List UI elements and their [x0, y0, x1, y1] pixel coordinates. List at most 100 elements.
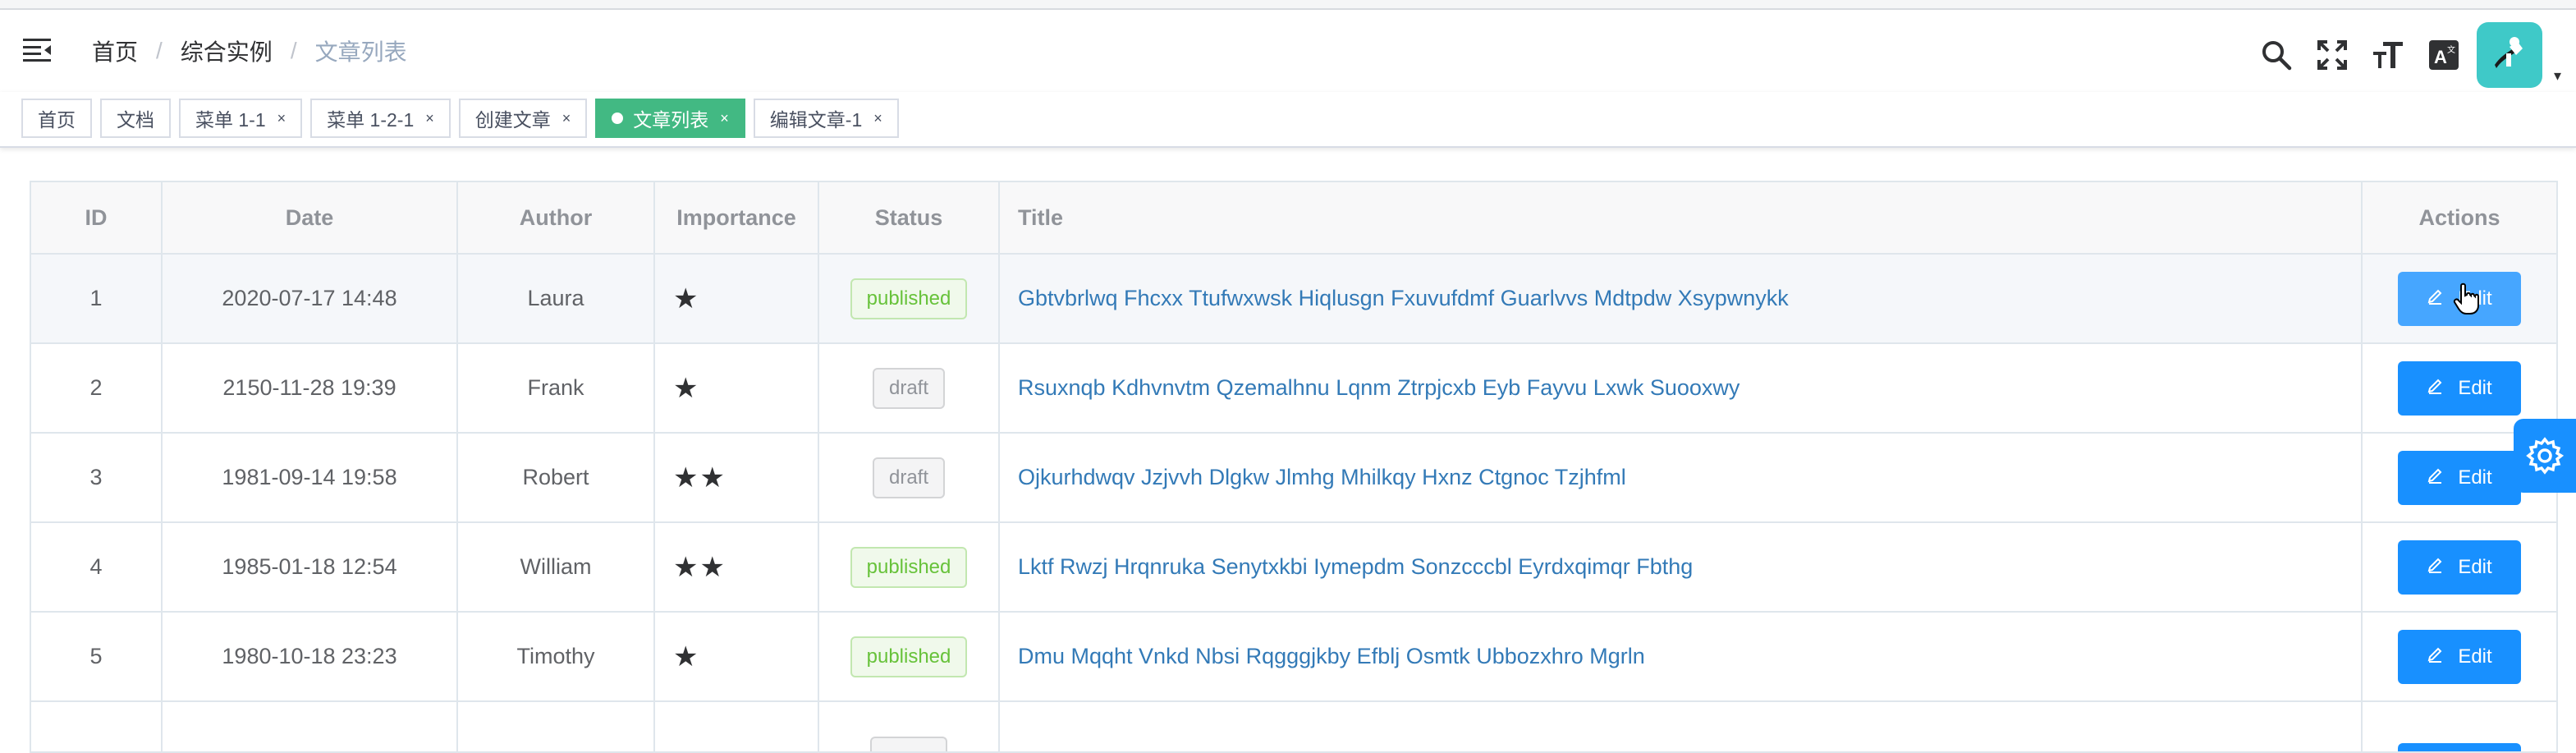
close-icon[interactable]: × [425, 110, 434, 127]
close-icon[interactable]: × [720, 110, 729, 127]
tag-create-article[interactable]: 创建文章 × [458, 99, 588, 138]
pencil-icon [2427, 645, 2443, 668]
tag-label: 创建文章 [474, 109, 551, 131]
tag-edit-article[interactable]: 编辑文章-1 × [753, 99, 899, 138]
table-row[interactable]: 2 2150-11-28 19:39 Frank ★ draft Rsuxnqb… [31, 344, 2556, 434]
status-badge: published [850, 546, 968, 588]
star-icon: ★ [673, 282, 699, 315]
cell-title: Lktf Rwzj Hrqnruka Senytxkbi Iymepdm Son… [1000, 523, 2363, 611]
table-header: ID Date Author Importance Status Title A… [31, 182, 2556, 255]
header-actions: Actions [2418, 204, 2500, 230]
edit-label: Edit [2458, 555, 2492, 578]
tag-label: 文档 [117, 109, 154, 131]
header-importance[interactable]: Importance [655, 182, 819, 253]
avatar[interactable] [2476, 22, 2542, 88]
star-icon: ★ [673, 551, 699, 583]
cell-title [1000, 702, 2363, 751]
edit-label: Edit [2458, 466, 2492, 489]
svg-text:文: 文 [2447, 44, 2455, 55]
header-date[interactable]: Date [163, 182, 458, 253]
title-link[interactable]: Lktf Rwzj Hrqnruka Senytxkbi Iymepdm Son… [1018, 554, 1693, 580]
edit-button[interactable]: Edit [2398, 539, 2521, 595]
cell-importance: ★ ★ [655, 434, 819, 521]
title-link[interactable]: Dmu Mqqht Vnkd Nbsi Rqgggjkby Efblj Osmt… [1018, 644, 1645, 669]
title-link[interactable]: Gbtvbrlwq Fhcxx Ttufwxwsk Hiqlusgn Fxuvu… [1018, 286, 1789, 311]
fullscreen-icon[interactable] [2304, 27, 2360, 83]
tag-docs[interactable]: 文档 [100, 99, 171, 138]
star-icon: ★ [699, 461, 725, 494]
star-icon: ★ [673, 461, 699, 494]
status-badge: draft [872, 457, 946, 498]
article-table: ID Date Author Importance Status Title A… [30, 181, 2558, 753]
language-icon[interactable]: A文 [2416, 27, 2472, 83]
tag-article-list[interactable]: 文章列表 × [595, 99, 745, 138]
navbar: 首页 / 综合实例 / 文章列表 A文 ▾ [0, 10, 2576, 92]
cell-title: Ojkurhdwqv Jzjvvh Dlgkw Jlmhg Mhilkqy Hx… [1000, 434, 2363, 521]
header-title[interactable]: Title [1000, 182, 2363, 253]
hamburger-icon[interactable] [23, 38, 53, 62]
table-row[interactable]: 5 1980-10-18 23:23 Timothy ★ published D… [31, 613, 2556, 702]
close-icon[interactable]: × [277, 110, 286, 127]
star-icon: ★ [673, 641, 699, 673]
cell-status: draft [819, 434, 1000, 521]
cell-date: 1985-01-18 12:54 [163, 523, 458, 611]
cell-author: Timothy [458, 613, 655, 700]
edit-button[interactable]: Edit [2398, 629, 2521, 684]
cell-status: published [819, 523, 1000, 611]
header-author[interactable]: Author [458, 182, 655, 253]
user-avatar-dropdown[interactable]: ▾ [2476, 22, 2561, 88]
edit-button[interactable]: Edit [2398, 450, 2521, 505]
cell-id: 3 [31, 434, 163, 521]
breadcrumb-examples[interactable]: 综合实例 [181, 34, 273, 67]
cell-date [163, 702, 458, 751]
tag-label: 首页 [38, 109, 76, 131]
svg-text:A: A [2434, 47, 2447, 67]
cell-author: Laura [458, 255, 655, 342]
search-icon[interactable] [2248, 27, 2304, 83]
edit-button[interactable]: Edit [2398, 360, 2521, 416]
tag-label: 编辑文章-1 [769, 109, 863, 131]
settings-gear-icon[interactable] [2514, 419, 2576, 493]
cell-title: Gbtvbrlwq Fhcxx Ttufwxwsk Hiqlusgn Fxuvu… [1000, 255, 2363, 342]
right-menu: A文 ▾ [2248, 18, 2576, 92]
tags-view: 首页 文档 菜单 1-1 × 菜单 1-2-1 × 创建文章 × 文章列表 × … [0, 92, 2576, 148]
header-status[interactable]: Status [819, 182, 1000, 253]
table-row[interactable]: 1 2020-07-17 14:48 Laura ★ published Gbt… [31, 255, 2556, 344]
tag-menu-1-2-1[interactable]: 菜单 1-2-1 × [310, 99, 451, 138]
cell-date: 2150-11-28 19:39 [163, 344, 458, 432]
tag-home[interactable]: 首页 [21, 99, 92, 138]
close-icon[interactable]: × [873, 110, 882, 127]
cell-id: 5 [31, 613, 163, 700]
header-id[interactable]: ID [31, 182, 163, 253]
status-badge [870, 737, 947, 751]
table-row-partial[interactable] [31, 702, 2556, 751]
title-link[interactable]: Ojkurhdwqv Jzjvvh Dlgkw Jlmhg Mhilkqy Hx… [1018, 465, 1626, 490]
cell-actions: Edit [2363, 613, 2556, 700]
tag-menu-1-1[interactable]: 菜单 1-1 × [179, 99, 303, 138]
table-row[interactable]: 4 1985-01-18 12:54 William ★ ★ published … [31, 523, 2556, 613]
star-icon: ★ [699, 551, 725, 583]
edit-button[interactable] [2398, 743, 2521, 751]
font-size-icon[interactable] [2360, 27, 2416, 83]
cell-author: William [458, 523, 655, 611]
breadcrumb-separator: / [290, 38, 297, 63]
breadcrumb-current: 文章列表 [314, 39, 407, 65]
cell-actions [2363, 702, 2556, 751]
title-link[interactable]: Rsuxnqb Kdhvnvtm Qzemalhnu Lqnm Ztrpjcxb… [1018, 375, 1739, 401]
cell-title: Rsuxnqb Kdhvnvtm Qzemalhnu Lqnm Ztrpjcxb… [1000, 344, 2363, 432]
table-row[interactable]: 3 1981-09-14 19:58 Robert ★ ★ draft Ojkur… [31, 434, 2556, 523]
cell-importance [655, 702, 819, 751]
breadcrumb-home[interactable]: 首页 [92, 34, 138, 67]
status-badge: published [850, 278, 968, 319]
cell-title: Dmu Mqqht Vnkd Nbsi Rqgggjkby Efblj Osmt… [1000, 613, 2363, 700]
tag-label: 文章列表 [633, 109, 709, 131]
active-dot-icon [612, 112, 624, 124]
close-icon[interactable]: × [562, 110, 571, 127]
cell-author: Robert [458, 434, 655, 521]
breadcrumb: 首页 / 综合实例 / 文章列表 [92, 34, 407, 67]
edit-label: Edit [2458, 376, 2492, 399]
caret-down-icon[interactable]: ▾ [2554, 67, 2561, 85]
cell-status: draft [819, 344, 1000, 432]
cell-id [31, 702, 163, 751]
cell-status: published [819, 613, 1000, 700]
